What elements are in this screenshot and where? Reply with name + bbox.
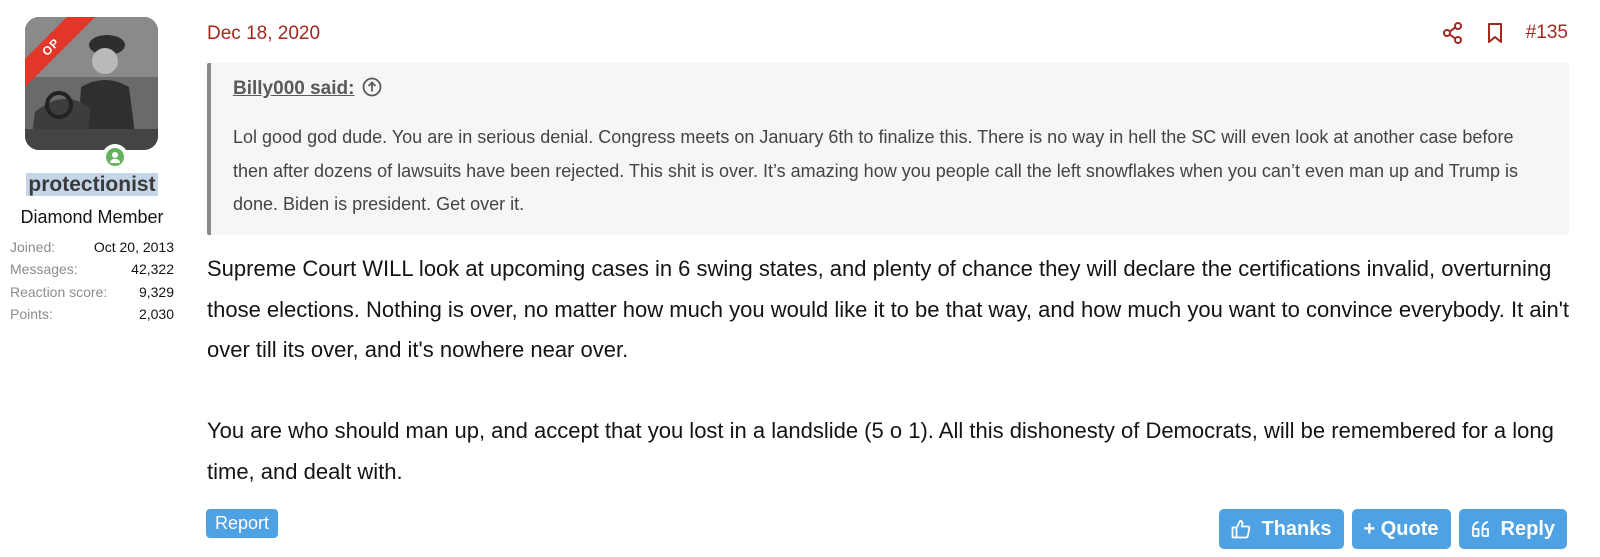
stat-reaction-score: Reaction score: 9,329 (10, 282, 174, 304)
reply-label: Reply (1500, 517, 1555, 540)
stat-label: Joined: (10, 239, 56, 255)
quote-text: Lol good god dude. You are in serious de… (233, 127, 1519, 214)
stat-value: Oct 20, 2013 (93, 239, 174, 255)
stat-messages: Messages: 42,322 (10, 259, 174, 281)
quote-label: + Quote (1363, 517, 1439, 540)
post-message: Supreme Court WILL look at upcoming case… (207, 249, 1577, 492)
message-paragraph: You are who should man up, and accept th… (207, 418, 1554, 484)
user-title: Diamond Member (20, 207, 164, 227)
thanks-label: Thanks (1261, 517, 1332, 540)
post-date[interactable]: Dec 18, 2020 (207, 23, 320, 45)
user-stats: Joined: Oct 20, 2013 Messages: 42,322 Reac… (10, 237, 174, 326)
bookmark-icon[interactable] (1484, 21, 1506, 45)
stat-value[interactable]: 42,322 (131, 259, 174, 281)
post-number[interactable]: #135 (1526, 22, 1568, 44)
user-info: OP protectionist Diamond Member Joined: O… (0, 0, 184, 557)
stat-points: Points: 2,030 (10, 304, 174, 326)
reply-button[interactable]: Reply (1458, 509, 1567, 549)
quote-block: Billy000 said: Lol good god dude. You ar… (207, 63, 1569, 235)
stat-label: Points: (10, 305, 53, 322)
reply-quote-icon (1471, 520, 1491, 538)
thanks-button[interactable]: Thanks (1219, 509, 1344, 549)
quote-header: Billy000 said: (233, 77, 1549, 101)
quote-author-link[interactable]: Billy000 said: (233, 78, 354, 100)
stat-value[interactable]: 2,030 (139, 304, 174, 326)
post-header-actions: #135 (1442, 21, 1568, 45)
username[interactable]: protectionist (0, 173, 184, 197)
thumbs-up-icon (1231, 519, 1251, 539)
stat-joined: Joined: Oct 20, 2013 (10, 237, 174, 259)
message-paragraph: Supreme Court WILL look at upcoming case… (207, 256, 1570, 362)
avatar[interactable] (25, 17, 158, 150)
stat-value: 9,329 (138, 283, 174, 300)
online-status-icon (102, 144, 128, 170)
avatar-container: OP (25, 17, 158, 170)
circle-arrow-up-icon[interactable] (362, 77, 382, 102)
username-text[interactable]: protectionist (26, 173, 158, 196)
avatar-photo (25, 17, 158, 150)
stat-label: Messages: (10, 261, 78, 278)
share-icon[interactable] (1442, 21, 1464, 45)
report-button[interactable]: Report (206, 509, 279, 538)
post-actions: Thanks + Quote Reply (1219, 509, 1567, 549)
quote-button[interactable]: + Quote (1351, 509, 1451, 549)
stat-label: Reaction score: (10, 283, 108, 300)
